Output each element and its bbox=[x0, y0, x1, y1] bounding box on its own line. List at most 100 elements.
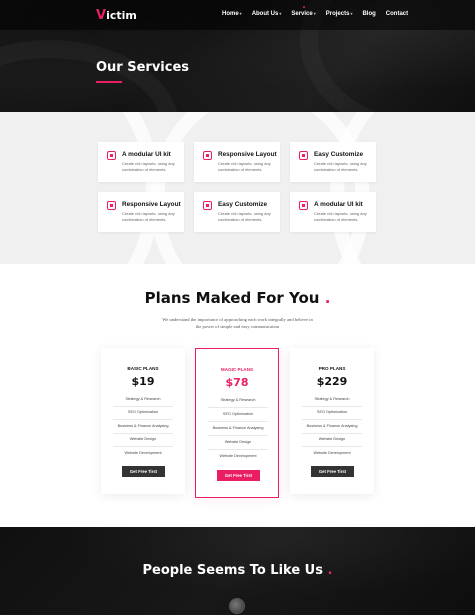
plan-feature: SEO Optimization bbox=[127, 410, 159, 414]
divider bbox=[302, 446, 362, 447]
main-menu: Home▾ About Us▾ Service▾ Projects▾ Blog … bbox=[222, 6, 408, 17]
menu-item-about-us[interactable]: About Us▾ bbox=[252, 11, 282, 17]
plan-price: $229 bbox=[316, 375, 348, 388]
service-card-description: Create rich layouts, using any combinati… bbox=[314, 161, 367, 172]
divider bbox=[113, 406, 173, 407]
service-card-title: Responsive Layout bbox=[122, 201, 181, 208]
menu-item-projects[interactable]: Projects▾ bbox=[326, 11, 353, 17]
chevron-down-icon: ▾ bbox=[279, 11, 282, 16]
chevron-down-icon: ▾ bbox=[239, 11, 242, 16]
site-logo[interactable]: Victim bbox=[96, 8, 137, 23]
divider bbox=[302, 433, 362, 434]
service-card[interactable]: Responsive Layout Create rich layouts, u… bbox=[194, 142, 280, 182]
menu-item-home[interactable]: Home▾ bbox=[222, 11, 242, 17]
plan-feature: Website Development bbox=[219, 454, 257, 458]
top-navigation-bar: Victim Home▾ About Us▾ Service▾ Projects… bbox=[0, 0, 475, 30]
get-free-trial-button[interactable]: Get Free Tirst bbox=[122, 466, 165, 477]
service-card-title: Easy Customize bbox=[218, 201, 268, 208]
plan-feature: SEO Optimization bbox=[316, 410, 348, 414]
menu-item-label: Contact bbox=[385, 11, 409, 17]
plan-name: BASIC PLANS bbox=[127, 366, 159, 371]
plan-feature: Business & Finance Analysing bbox=[306, 424, 358, 428]
heading-accent-dot: . bbox=[327, 563, 333, 578]
plan-price: $78 bbox=[225, 376, 249, 389]
heading-accent-dot: . bbox=[324, 289, 331, 307]
divider bbox=[208, 421, 268, 422]
responsive-icon bbox=[107, 201, 116, 210]
divider bbox=[208, 407, 268, 408]
pricing-heading-text: Plans Maked For You bbox=[144, 289, 320, 307]
service-card-description: Create rich layouts, using any combinati… bbox=[314, 211, 367, 222]
chevron-down-icon: ▾ bbox=[313, 11, 316, 16]
customize-icon bbox=[299, 151, 308, 160]
ui-kit-icon bbox=[299, 201, 308, 210]
service-card-description: Create rich layouts, using any combinati… bbox=[218, 211, 271, 222]
service-card-description: Create rich layouts, using any combinati… bbox=[218, 161, 271, 172]
services-section: A modular UI kit Create rich layouts, us… bbox=[0, 112, 475, 264]
service-card[interactable]: Easy Customize Create rich layouts, usin… bbox=[290, 142, 376, 182]
menu-item-label: Blog bbox=[362, 11, 376, 17]
menu-item-label: About Us bbox=[251, 11, 279, 17]
divider bbox=[208, 435, 268, 436]
pricing-section: Plans Maked For You . We understand the … bbox=[0, 264, 475, 527]
pricing-plan-pro: PRO PLANS $229 Strategy & Research SEO O… bbox=[290, 348, 374, 494]
service-card[interactable]: A modular UI kit Create rich layouts, us… bbox=[98, 142, 184, 182]
logo-mark: V bbox=[96, 8, 107, 23]
divider bbox=[113, 433, 173, 434]
active-indicator bbox=[302, 6, 305, 8]
page-title: Our Services bbox=[96, 60, 190, 75]
plan-feature: Website Design bbox=[318, 437, 346, 441]
testimonials-heading: People Seems To Like Us . bbox=[0, 563, 475, 578]
menu-item-label: Service bbox=[291, 11, 313, 17]
responsive-icon bbox=[203, 151, 212, 160]
get-free-trial-button[interactable]: Get Free Tirst bbox=[217, 470, 260, 481]
service-card-title: Easy Customize bbox=[314, 151, 364, 158]
plan-feature: Strategy & Research bbox=[220, 398, 256, 402]
menu-item-service[interactable]: Service▾ bbox=[291, 6, 316, 17]
background-swirl bbox=[330, 112, 475, 264]
divider bbox=[113, 419, 173, 420]
pricing-plan-magic: MAGIC PLANS $78 Strategy & Research SEO … bbox=[195, 348, 279, 498]
divider bbox=[302, 419, 362, 420]
menu-item-contact[interactable]: Contact bbox=[386, 11, 408, 17]
hero-background-streak bbox=[0, 40, 180, 112]
plan-price: $19 bbox=[131, 375, 155, 388]
get-free-trial-button[interactable]: Get Free Tirst bbox=[311, 466, 354, 477]
divider bbox=[208, 449, 268, 450]
chevron-down-icon: ▾ bbox=[350, 11, 353, 16]
ui-kit-icon bbox=[107, 151, 116, 160]
plan-feature: Strategy & Research bbox=[314, 397, 350, 401]
service-card-description: Create rich layouts, using any combinati… bbox=[122, 211, 175, 222]
plan-feature: Website Development bbox=[124, 451, 162, 455]
service-card-title: A modular UI kit bbox=[122, 151, 171, 158]
service-card[interactable]: A modular UI kit Create rich layouts, us… bbox=[290, 192, 376, 232]
divider bbox=[302, 406, 362, 407]
plan-name: PRO PLANS bbox=[318, 366, 346, 371]
menu-item-blog[interactable]: Blog bbox=[362, 11, 375, 17]
customize-icon bbox=[203, 201, 212, 210]
plan-feature: Website Design bbox=[224, 440, 252, 444]
menu-item-label: Projects bbox=[325, 11, 350, 17]
title-underline bbox=[96, 81, 122, 83]
testimonials-heading-text: People Seems To Like Us bbox=[142, 563, 323, 578]
pricing-heading: Plans Maked For You . bbox=[0, 289, 475, 307]
pricing-subtitle: We understand the importance of approach… bbox=[162, 317, 313, 329]
service-card-title: A modular UI kit bbox=[314, 201, 363, 208]
background-swirl bbox=[0, 112, 160, 264]
service-card-description: Create rich layouts, using any combinati… bbox=[122, 161, 175, 172]
avatar[interactable] bbox=[229, 598, 245, 614]
pricing-plan-basic: BASIC PLANS $19 Strategy & Research SEO … bbox=[101, 348, 185, 494]
plan-name: MAGIC PLANS bbox=[220, 367, 254, 372]
plan-feature: Website Design bbox=[129, 437, 157, 441]
plan-feature: Strategy & Research bbox=[125, 397, 161, 401]
service-card[interactable]: Easy Customize Create rich layouts, usin… bbox=[194, 192, 280, 232]
plan-feature: Business & Finance Analysing bbox=[212, 426, 264, 430]
menu-item-label: Home bbox=[222, 11, 239, 17]
hero-section: Victim Home▾ About Us▾ Service▾ Projects… bbox=[0, 0, 475, 112]
plan-feature: Business & Finance Analysing bbox=[117, 424, 169, 428]
logo-text: ictim bbox=[106, 9, 137, 22]
service-card[interactable]: Responsive Layout Create rich layouts, u… bbox=[98, 192, 184, 232]
service-card-title: Responsive Layout bbox=[218, 151, 277, 158]
divider bbox=[113, 446, 173, 447]
plan-feature: SEO Optimization bbox=[222, 412, 254, 416]
